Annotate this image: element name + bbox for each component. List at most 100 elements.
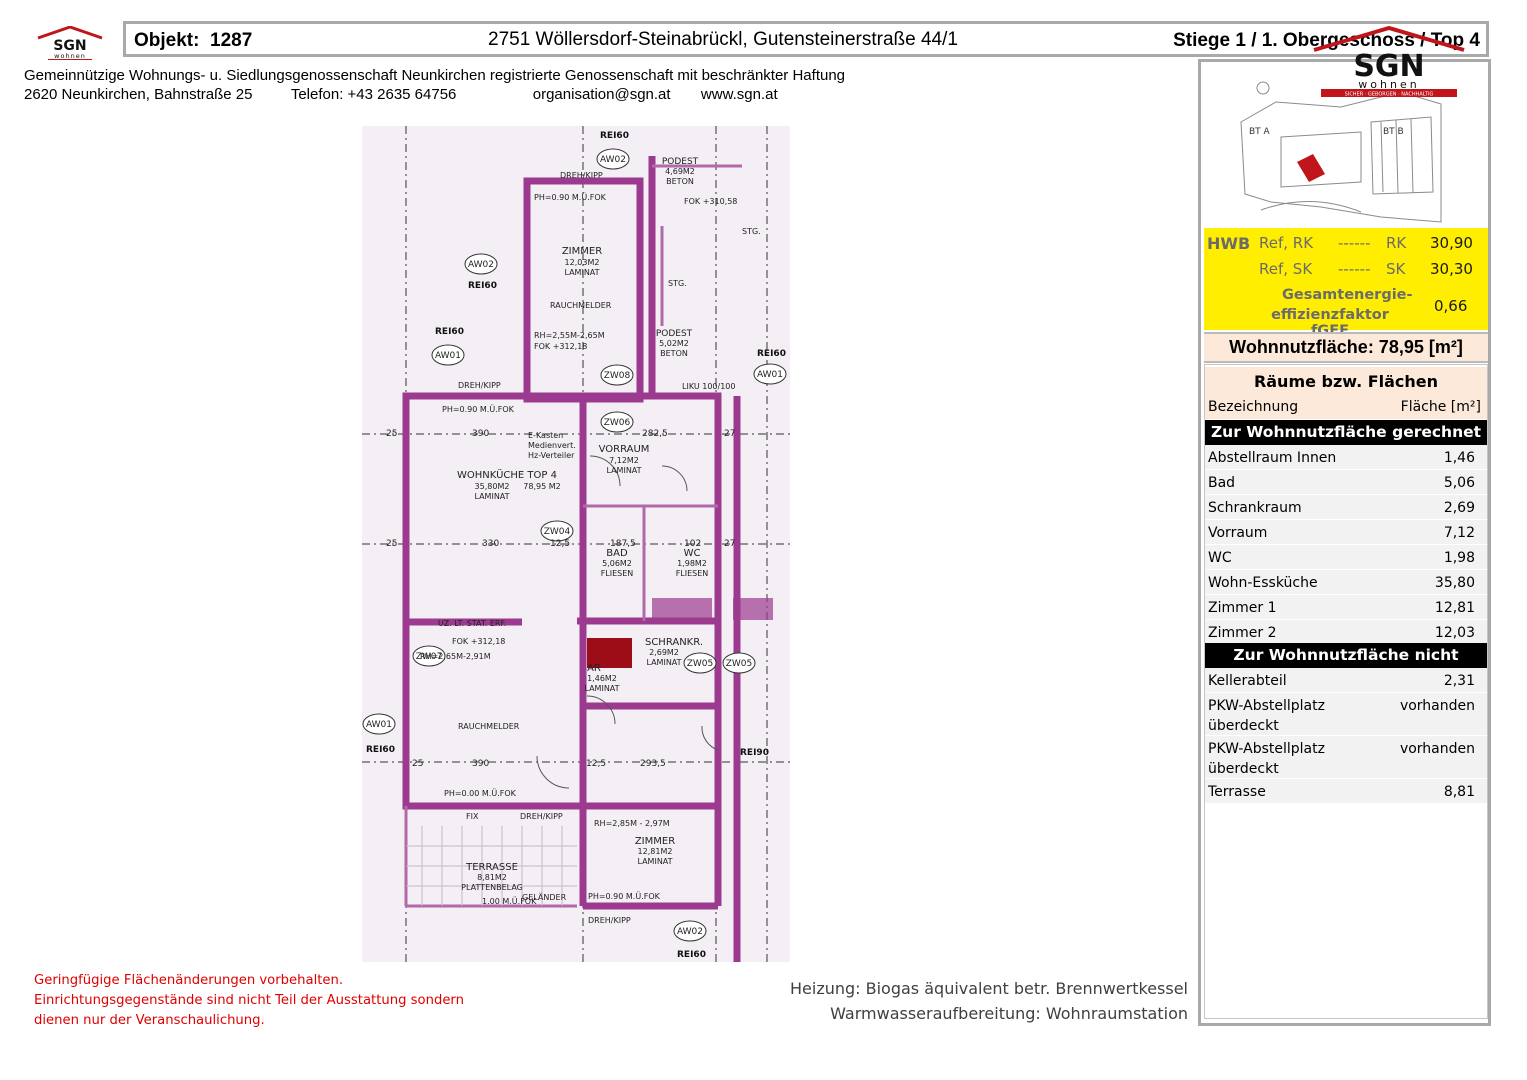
tag-aw02-bottom: AW02 [677, 927, 703, 937]
rei60-top: REI60 [600, 131, 629, 141]
company-email[interactable]: organisation@sgn.at [533, 85, 671, 104]
ann-rh1: RH=2,55M-2,65M [534, 331, 605, 340]
room-area: 1,46 [1443, 450, 1475, 466]
energy-box: HWB Ref, RK ------ RK 30,90 Ref, SK ----… [1204, 228, 1488, 339]
room-name: Schrankraum [1208, 500, 1302, 516]
company-website[interactable]: www.sgn.at [701, 85, 778, 104]
disclaimer-line-3: dienen nur der Veranschaulichung. [34, 1013, 265, 1028]
room-name: Vorraum [1208, 525, 1268, 541]
object-address: 2751 Wöllersdorf-Steinabrückl, Gutenstei… [488, 29, 958, 50]
room-area: 8,81 [1443, 784, 1475, 800]
ann-fok3: FOK +310,58 [684, 197, 737, 206]
dim-25-b: 25 [386, 539, 397, 549]
room-schrank-name: SCHRANKR. [645, 637, 703, 648]
tag-aw01-right: AW01 [757, 370, 783, 380]
room-vorraum-name: VORRAUM [599, 444, 650, 455]
rooms-title: Räume bzw. Flächen [1205, 367, 1487, 397]
tag-aw01-lower: AW01 [366, 720, 392, 730]
rooms-header: Bezeichnung Fläche [m²] [1205, 397, 1487, 419]
room-row: Schrankraum 2,69 [1205, 495, 1487, 520]
tag-aw02-top: AW02 [600, 155, 626, 165]
objekt-label: Objekt: 1287 [134, 30, 253, 51]
room-bad-floor: FLIESEN [601, 569, 634, 578]
room-terrasse-area: 8,81M2 [477, 873, 507, 882]
podest1-name: PODEST [662, 157, 699, 167]
rooms-table: Räume bzw. Flächen Bezeichnung Fläche [m… [1204, 364, 1488, 1019]
room-name: Bad [1208, 475, 1236, 491]
dim-293: 293,5 [640, 759, 666, 769]
room-vorraum-area: 7,12M2 [609, 456, 639, 465]
heating-line: Heizung: Biogas äquivalent betr. Brennwe… [790, 979, 1188, 998]
dim-25-c: 25 [412, 759, 423, 769]
dim-282: 282,5 [642, 429, 668, 439]
room-row: PKW-Abstellplatz überdeckt vorhanden [1205, 736, 1487, 779]
sgn-logo-large: SGN wohnen SICHER · GEBORGEN · NACHHALTI… [1313, 26, 1465, 98]
ann-ph090-bottom: PH=0.90 M.Ü.FOK [588, 891, 661, 901]
room-area: 7,12 [1443, 525, 1475, 541]
room-ar-name: AR [587, 663, 601, 674]
room-schrank-area: 2,69M2 [649, 648, 679, 657]
ann-dreh-3: DREH/KIPP [520, 812, 563, 821]
tag-aw02-left: AW02 [468, 260, 494, 270]
col-area: Fläche [m²] [1400, 399, 1481, 415]
ann-stg-2: STG. [742, 227, 761, 236]
hwb-key-rk: RK [1386, 234, 1407, 252]
podest1-area: 4,69M2 [665, 167, 695, 176]
room-name: Abstellraum Innen [1208, 450, 1337, 466]
room-row: Abstellraum Innen 1,46 [1205, 445, 1487, 470]
podest2-floor: BETON [660, 349, 688, 358]
room-wc-area: 1,98M2 [677, 559, 707, 568]
hwb-key-sk: SK [1386, 260, 1406, 278]
rei60-left2: REI60 [435, 327, 464, 337]
info-panel: BT A BT B SGN wohnen SICHER · GEBORGEN ·… [1198, 26, 1491, 1026]
room-wc-floor: FLIESEN [676, 569, 709, 578]
room-name: Zimmer 2 [1208, 625, 1277, 641]
disclaimer-line-1: Geringfügige Flächenänderungen vorbehalt… [34, 973, 344, 988]
rei60-lower: REI60 [366, 745, 395, 755]
rei90: REI90 [740, 748, 769, 758]
room-wohnkueche-area: 35,80M2 [475, 482, 510, 491]
ann-ph090-top: PH=0.90 M.Ü.FOK [534, 192, 607, 202]
room-row: WC 1,98 [1205, 545, 1487, 570]
ann-fok2: FOK +312,18 [452, 637, 505, 646]
room-row: Vorraum 7,12 [1205, 520, 1487, 545]
room-area: 12,03 [1434, 625, 1475, 641]
hwb-ref-rk: Ref, RK [1259, 234, 1314, 252]
room-row: PKW-Abstellplatz überdeckt vorhanden [1205, 693, 1487, 736]
rei60-right: REI60 [757, 349, 786, 359]
objekt-number: 1287 [210, 30, 253, 51]
room-zimmer2-name: ZIMMER [562, 246, 602, 257]
disclaimer: Geringfügige Flächenänderungen vorbehalt… [34, 971, 464, 1031]
ann-rh2: RH=2,65M-2,91M [420, 652, 491, 661]
rei60-bottom: REI60 [677, 950, 706, 960]
site-label-bta: BT A [1249, 127, 1271, 137]
room-wohnkueche-name: WOHNKÜCHE TOP 4 [457, 468, 557, 481]
hwb-ref-sk: Ref, SK [1259, 260, 1313, 278]
ann-ph000: PH=0.00 M.Ü.FOK [444, 788, 517, 798]
ann-rauchmelder-1: RAUCHMELDER [550, 301, 612, 310]
room-name: PKW-Abstellplatz überdeckt [1208, 741, 1325, 777]
room-name: Wohn-Essküche [1208, 575, 1318, 591]
room-zimmer1-floor: LAMINAT [637, 857, 672, 866]
site-label-btb: BT B [1383, 127, 1404, 137]
room-bad-area: 5,06M2 [602, 559, 632, 568]
ann-hzvert: Hz-Verteiler [528, 451, 575, 460]
room-area: 5,06 [1443, 475, 1475, 491]
room-area: 1,98 [1443, 550, 1475, 566]
room-row: Kellerabteil 2,31 [1205, 668, 1487, 693]
dim-187: 187,5 [610, 539, 636, 549]
tag-zw04: ZW04 [544, 527, 571, 537]
room-area: vorhanden [1399, 698, 1475, 714]
ann-dreh-4: DREH/KIPP [588, 916, 631, 925]
hwb-value-sk: 30,30 [1430, 260, 1473, 278]
hwb-dash-sk: ------ [1338, 260, 1371, 278]
tag-zw08: ZW08 [604, 371, 631, 381]
col-name: Bezeichnung [1208, 399, 1299, 415]
company-info: Gemeinnützige Wohnungs- u. Siedlungsgeno… [24, 66, 845, 104]
hwb-label: HWB [1207, 234, 1251, 253]
room-row: Zimmer 2 12,03 [1205, 620, 1487, 644]
room-area: 2,69 [1443, 500, 1475, 516]
dim-390-bottom: 390 [472, 759, 489, 769]
logo-tagline: SICHER · GEBORGEN · NACHHALTIG [1345, 92, 1434, 98]
logo-small-sub: wohnen [54, 52, 86, 60]
